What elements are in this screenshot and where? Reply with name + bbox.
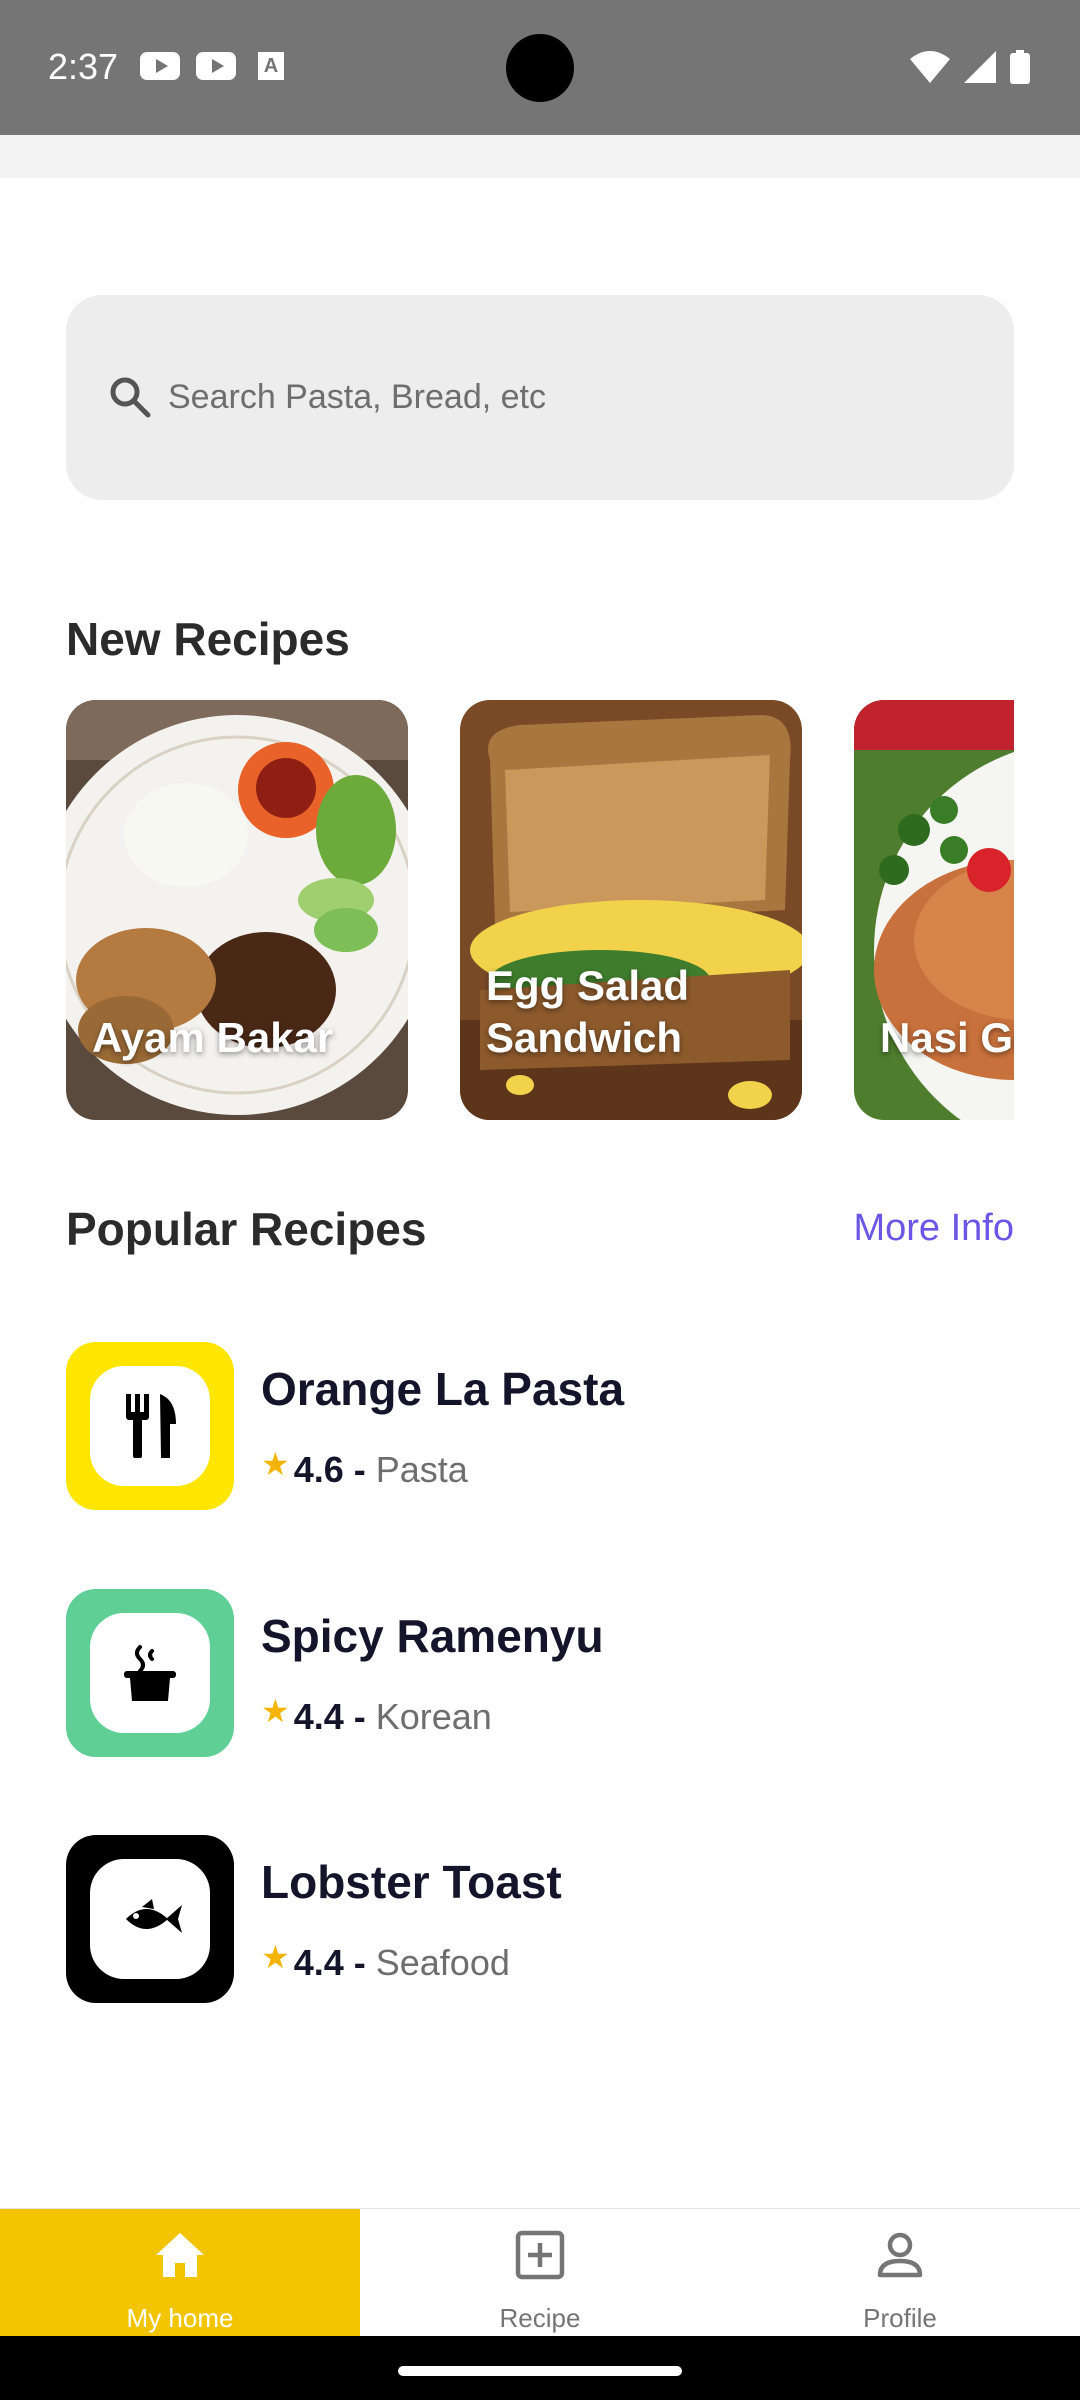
youtube-notification-icon [140, 52, 180, 80]
system-icons [910, 50, 1030, 84]
recipe-rating: 4.4 [293, 1942, 344, 1983]
recipe-card-label: Nasi Goreng [880, 1014, 1014, 1061]
recipe-card-label: Ayam Bakar [92, 1014, 334, 1061]
nav-label: My home [126, 2303, 234, 2333]
home-gesture-handle[interactable] [398, 2366, 682, 2376]
recipe-card-egg-salad-sandwich[interactable]: Egg Salad Sandwich [460, 700, 802, 1120]
add-box-icon [515, 2230, 565, 2280]
fish-icon [126, 1899, 182, 1933]
recipe-card-ayam-bakar[interactable]: Ayam Bakar [66, 700, 408, 1120]
fork-knife-icon [126, 1394, 176, 1458]
notification-icons: A [140, 52, 284, 80]
star-icon: ★ [261, 1446, 290, 1482]
recipe-category: Pasta [375, 1449, 468, 1490]
recipe-category: Seafood [375, 1942, 510, 1983]
camera-cutout [506, 34, 574, 102]
battery-icon [1010, 50, 1030, 84]
search-bar[interactable] [66, 295, 1014, 500]
header-strip [0, 135, 1080, 178]
search-icon [110, 377, 151, 418]
popular-recipes-title: Popular Recipes [66, 1203, 427, 1255]
meta-separator: - [353, 1696, 366, 1737]
recipe-rating: 4.6 [293, 1449, 344, 1490]
youtube-notification-icon [196, 52, 236, 80]
steaming-pot-icon [124, 1645, 176, 1701]
star-icon: ★ [261, 1693, 290, 1729]
search-input[interactable] [168, 365, 968, 429]
text-notification-icon: A [258, 52, 284, 80]
recipe-meta: ★ 4.6 - Pasta [261, 1446, 468, 1491]
recipe-card-label: Egg Salad Sandwich [486, 962, 690, 1061]
wifi-icon [910, 51, 950, 83]
status-time: 2:37 [48, 46, 119, 87]
meta-separator: - [353, 1449, 366, 1490]
person-icon [877, 2232, 923, 2278]
cell-signal-icon [964, 51, 996, 83]
meta-separator: - [353, 1942, 366, 1983]
home-icon [156, 2233, 204, 2277]
new-recipes-carousel[interactable]: Ayam Bakar Egg Salad Sandwich Nasi G [66, 700, 1014, 1120]
new-recipes-title: New Recipes [66, 613, 350, 665]
recipe-meta: ★ 4.4 - Seafood [261, 1939, 510, 1984]
more-info-link[interactable]: More Info [853, 1207, 1014, 1250]
nav-item-my-home[interactable]: My home [0, 2209, 360, 2337]
recipe-icon-tile [66, 1589, 234, 1757]
recipe-rating: 4.4 [293, 1696, 344, 1737]
recipe-name: Lobster Toast [261, 1856, 562, 1908]
recipe-name: Spicy Ramenyu [261, 1610, 604, 1662]
nav-label: Profile [863, 2303, 937, 2333]
status-bar: 2:37 A [0, 0, 1080, 135]
nav-item-recipe[interactable]: Recipe [360, 2209, 720, 2337]
star-icon: ★ [261, 1939, 290, 1975]
recipe-name: Orange La Pasta [261, 1363, 625, 1415]
popular-recipe-item[interactable]: Orange La Pasta ★ 4.6 - Pasta [66, 1342, 1014, 1510]
popular-recipe-item[interactable]: Spicy Ramenyu ★ 4.4 - Korean [66, 1589, 1014, 1757]
recipe-category: Korean [375, 1696, 492, 1737]
recipe-card-nasi-goreng[interactable]: Nasi Goreng [854, 700, 1014, 1120]
nav-item-profile[interactable]: Profile [720, 2209, 1080, 2337]
bottom-navigation: My home Recipe Profile [0, 2208, 1080, 2337]
recipe-icon-tile [66, 1342, 234, 1510]
nav-label: Recipe [499, 2303, 581, 2333]
recipe-meta: ★ 4.4 - Korean [261, 1693, 492, 1738]
popular-recipe-item[interactable]: Lobster Toast ★ 4.4 - Seafood [66, 1835, 1014, 2003]
recipe-icon-tile [66, 1835, 234, 2003]
